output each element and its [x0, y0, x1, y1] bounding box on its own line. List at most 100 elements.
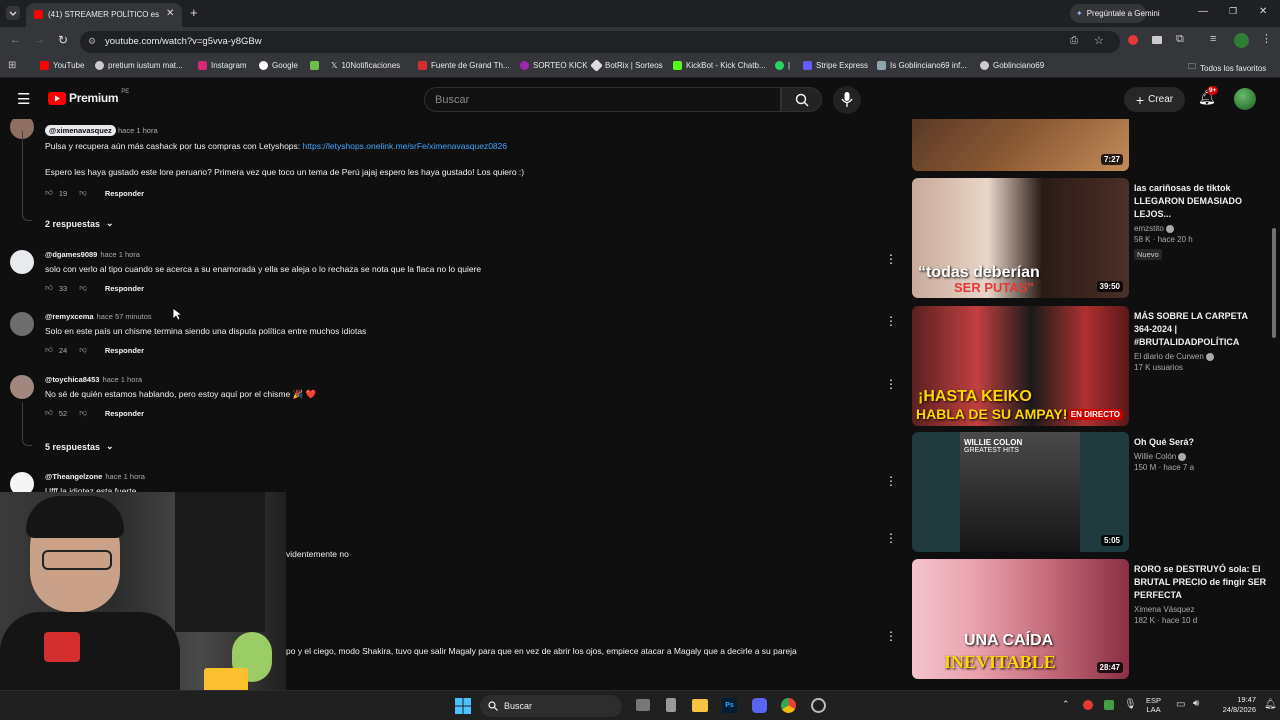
all-bookmarks[interactable]: 🗀 Todos los favoritos	[1188, 61, 1266, 75]
user-avatar[interactable]	[1234, 88, 1256, 110]
new-tab-button[interactable]: +	[190, 5, 198, 20]
bookmark-item[interactable]: Goblinciano69	[980, 61, 1044, 70]
tray-icon[interactable]	[1083, 700, 1093, 710]
video-card[interactable]: “todas deberían SER PUTAS” 39:50 las car…	[912, 178, 1272, 298]
extension-icon[interactable]	[1152, 36, 1162, 44]
avatar[interactable]	[10, 375, 34, 399]
menu-icon[interactable]: ⋮	[1261, 32, 1272, 45]
page-scrollbar[interactable]	[1272, 228, 1276, 338]
comment-author[interactable]: @Theangelzone hace 1 hora	[45, 472, 145, 481]
puzzle-icon[interactable]: ⧉	[1176, 33, 1184, 46]
volume-icon[interactable]: 🔊︎	[1193, 698, 1199, 709]
app-icon[interactable]	[811, 698, 826, 713]
hamburger-menu-icon[interactable]: ☰	[17, 90, 30, 108]
notification-center-icon[interactable]: 🔔︎	[1264, 699, 1277, 710]
video-title[interactable]: MÁS SOBRE LA CARPETA 364-2024 | #BRUTALI…	[1134, 310, 1268, 349]
comment-author[interactable]: @toychica8453 hace 1 hora	[45, 375, 142, 384]
show-replies-button[interactable]: 5 respuestas ⌄	[45, 441, 114, 452]
restore-button[interactable]: ❐	[1229, 6, 1237, 17]
more-options-icon[interactable]: ⋮	[885, 629, 897, 643]
forward-icon[interactable]: →	[34, 34, 45, 46]
site-info-icon[interactable]: ⚙	[88, 36, 96, 47]
bookmark-item[interactable]: Google	[259, 61, 298, 70]
more-options-icon[interactable]: ⋮	[885, 531, 897, 545]
comment-time[interactable]: hace 1 hora	[105, 472, 145, 481]
comment-time[interactable]: hace 1 hora	[118, 126, 158, 135]
more-options-icon[interactable]: ⋮	[885, 314, 897, 328]
apps-icon[interactable]: ⊞	[8, 60, 16, 71]
video-card[interactable]: ¡HASTA KEIKO HABLA DE SU AMPAY! EN DIREC…	[912, 306, 1272, 426]
comment-author[interactable]: @remyxcema hace 57 minutos	[45, 312, 152, 321]
comment-link[interactable]: https://letyshops.onelink.me/srFe/ximena…	[303, 141, 508, 151]
language-indicator[interactable]: ESP LAA	[1146, 696, 1161, 714]
back-icon[interactable]: ←	[10, 34, 21, 46]
like-icon[interactable]: 👍︎	[45, 283, 53, 293]
channel-name[interactable]: El diario de Curwen	[1134, 352, 1268, 361]
more-options-icon[interactable]: ⋮	[885, 377, 897, 391]
bookmark-item[interactable]: 𝕏 10Notificaciones	[331, 61, 400, 70]
comment-author-badge[interactable]: @ximenavasquez	[45, 125, 116, 136]
tray-icon[interactable]	[1104, 700, 1114, 710]
voice-search-button[interactable]	[833, 86, 861, 114]
channel-name[interactable]: emzstito	[1134, 224, 1268, 233]
comment-time[interactable]: hace 1 hora	[100, 250, 140, 259]
bookmark-item[interactable]: BotRix | Sorteos	[590, 59, 663, 72]
video-title[interactable]: las cariñosas de tiktok LLEGARON DEMASIA…	[1134, 182, 1268, 221]
bookmark-item[interactable]: pretium iustum mat...	[95, 61, 183, 70]
dislike-icon[interactable]: 👎︎	[79, 188, 87, 198]
show-replies-button[interactable]: 2 respuestas ⌄	[45, 218, 114, 229]
chrome-icon[interactable]	[781, 698, 796, 713]
bookmark-item[interactable]: Fuente de Grand Th...	[418, 61, 510, 70]
discord-icon[interactable]	[752, 698, 767, 713]
bookmark-item[interactable]: Is Goblinciano69 inf...	[877, 61, 967, 70]
bookmark-item[interactable]: SORTEO KICK	[520, 61, 588, 70]
clock[interactable]: 19:47 24/8/2026	[1222, 695, 1256, 715]
reply-button[interactable]: Responder	[105, 409, 144, 418]
bookmark-item[interactable]: KickBot - Kick Chatb...	[673, 61, 766, 70]
avatar[interactable]	[10, 312, 34, 336]
photoshop-icon[interactable]: Ps	[722, 698, 737, 713]
channel-name[interactable]: Willie Colón	[1134, 452, 1268, 461]
dislike-icon[interactable]: 👎︎	[79, 345, 87, 355]
video-card[interactable]: WILLIE COLON GREATEST HITS 5:05 Oh Qué S…	[912, 432, 1272, 552]
video-thumbnail[interactable]: “todas deberían SER PUTAS” 39:50	[912, 178, 1129, 298]
task-view-icon[interactable]	[636, 699, 650, 711]
extension-bookmark-icon[interactable]	[310, 61, 319, 70]
like-icon[interactable]: 👍︎	[45, 345, 53, 355]
tab-search-button[interactable]	[6, 6, 20, 20]
dislike-icon[interactable]: 👎︎	[79, 408, 87, 418]
video-thumbnail[interactable]: WILLIE COLON GREATEST HITS 5:05	[912, 432, 1129, 552]
dislike-icon[interactable]: 👎︎	[79, 283, 87, 293]
comment-author[interactable]: @dgames9089 hace 1 hora	[45, 250, 140, 259]
video-thumbnail[interactable]: UNA CAÍDA INEVITABLE 28:47	[912, 559, 1129, 679]
comment-time[interactable]: hace 1 hora	[102, 375, 142, 384]
video-thumbnail[interactable]: 7:27	[912, 119, 1129, 171]
gemini-button[interactable]: ✦ Pregúntale a Gemini	[1070, 4, 1160, 23]
window-close-button[interactable]: ✕	[1259, 6, 1267, 17]
minimize-button[interactable]: —	[1198, 6, 1208, 17]
install-icon[interactable]: ⎙	[1070, 35, 1078, 46]
bookmark-item[interactable]: Stripe Express	[803, 61, 868, 70]
reload-icon[interactable]: ↻	[58, 33, 68, 47]
bookmark-star-icon[interactable]: ☆	[1094, 34, 1104, 47]
video-title[interactable]: RORO se DESTRUYÓ sola: El BRUTAL PRECIO …	[1134, 563, 1268, 602]
reading-list-icon[interactable]: ≡	[1210, 33, 1216, 45]
bookmark-item[interactable]: YouTube	[40, 61, 84, 70]
reply-button[interactable]: Responder	[105, 189, 144, 198]
tab-youtube[interactable]: (41) STREAMER POLÍTICO es El ✕	[26, 3, 182, 27]
comment-time[interactable]: hace 57 minutos	[97, 312, 152, 321]
omnibox[interactable]: ⚙ youtube.com/watch?v=g5vva-y8GBw ⎙ ☆	[80, 31, 1120, 53]
extension-icon[interactable]	[1128, 35, 1138, 45]
create-button[interactable]: + Crear	[1124, 87, 1185, 112]
more-options-icon[interactable]: ⋮	[885, 474, 897, 488]
windows-start-icon[interactable]	[455, 698, 471, 714]
reply-button[interactable]: Responder	[105, 346, 144, 355]
close-icon[interactable]: ✕	[166, 8, 174, 19]
bookmark-item[interactable]: |	[775, 61, 790, 70]
reply-button[interactable]: Responder	[105, 284, 144, 293]
avatar[interactable]	[10, 250, 34, 274]
app-icon[interactable]	[666, 698, 676, 712]
search-input[interactable]: Buscar	[424, 87, 781, 112]
video-title[interactable]: Oh Qué Será?	[1134, 436, 1268, 449]
video-thumbnail[interactable]: ¡HASTA KEIKO HABLA DE SU AMPAY! EN DIREC…	[912, 306, 1129, 426]
